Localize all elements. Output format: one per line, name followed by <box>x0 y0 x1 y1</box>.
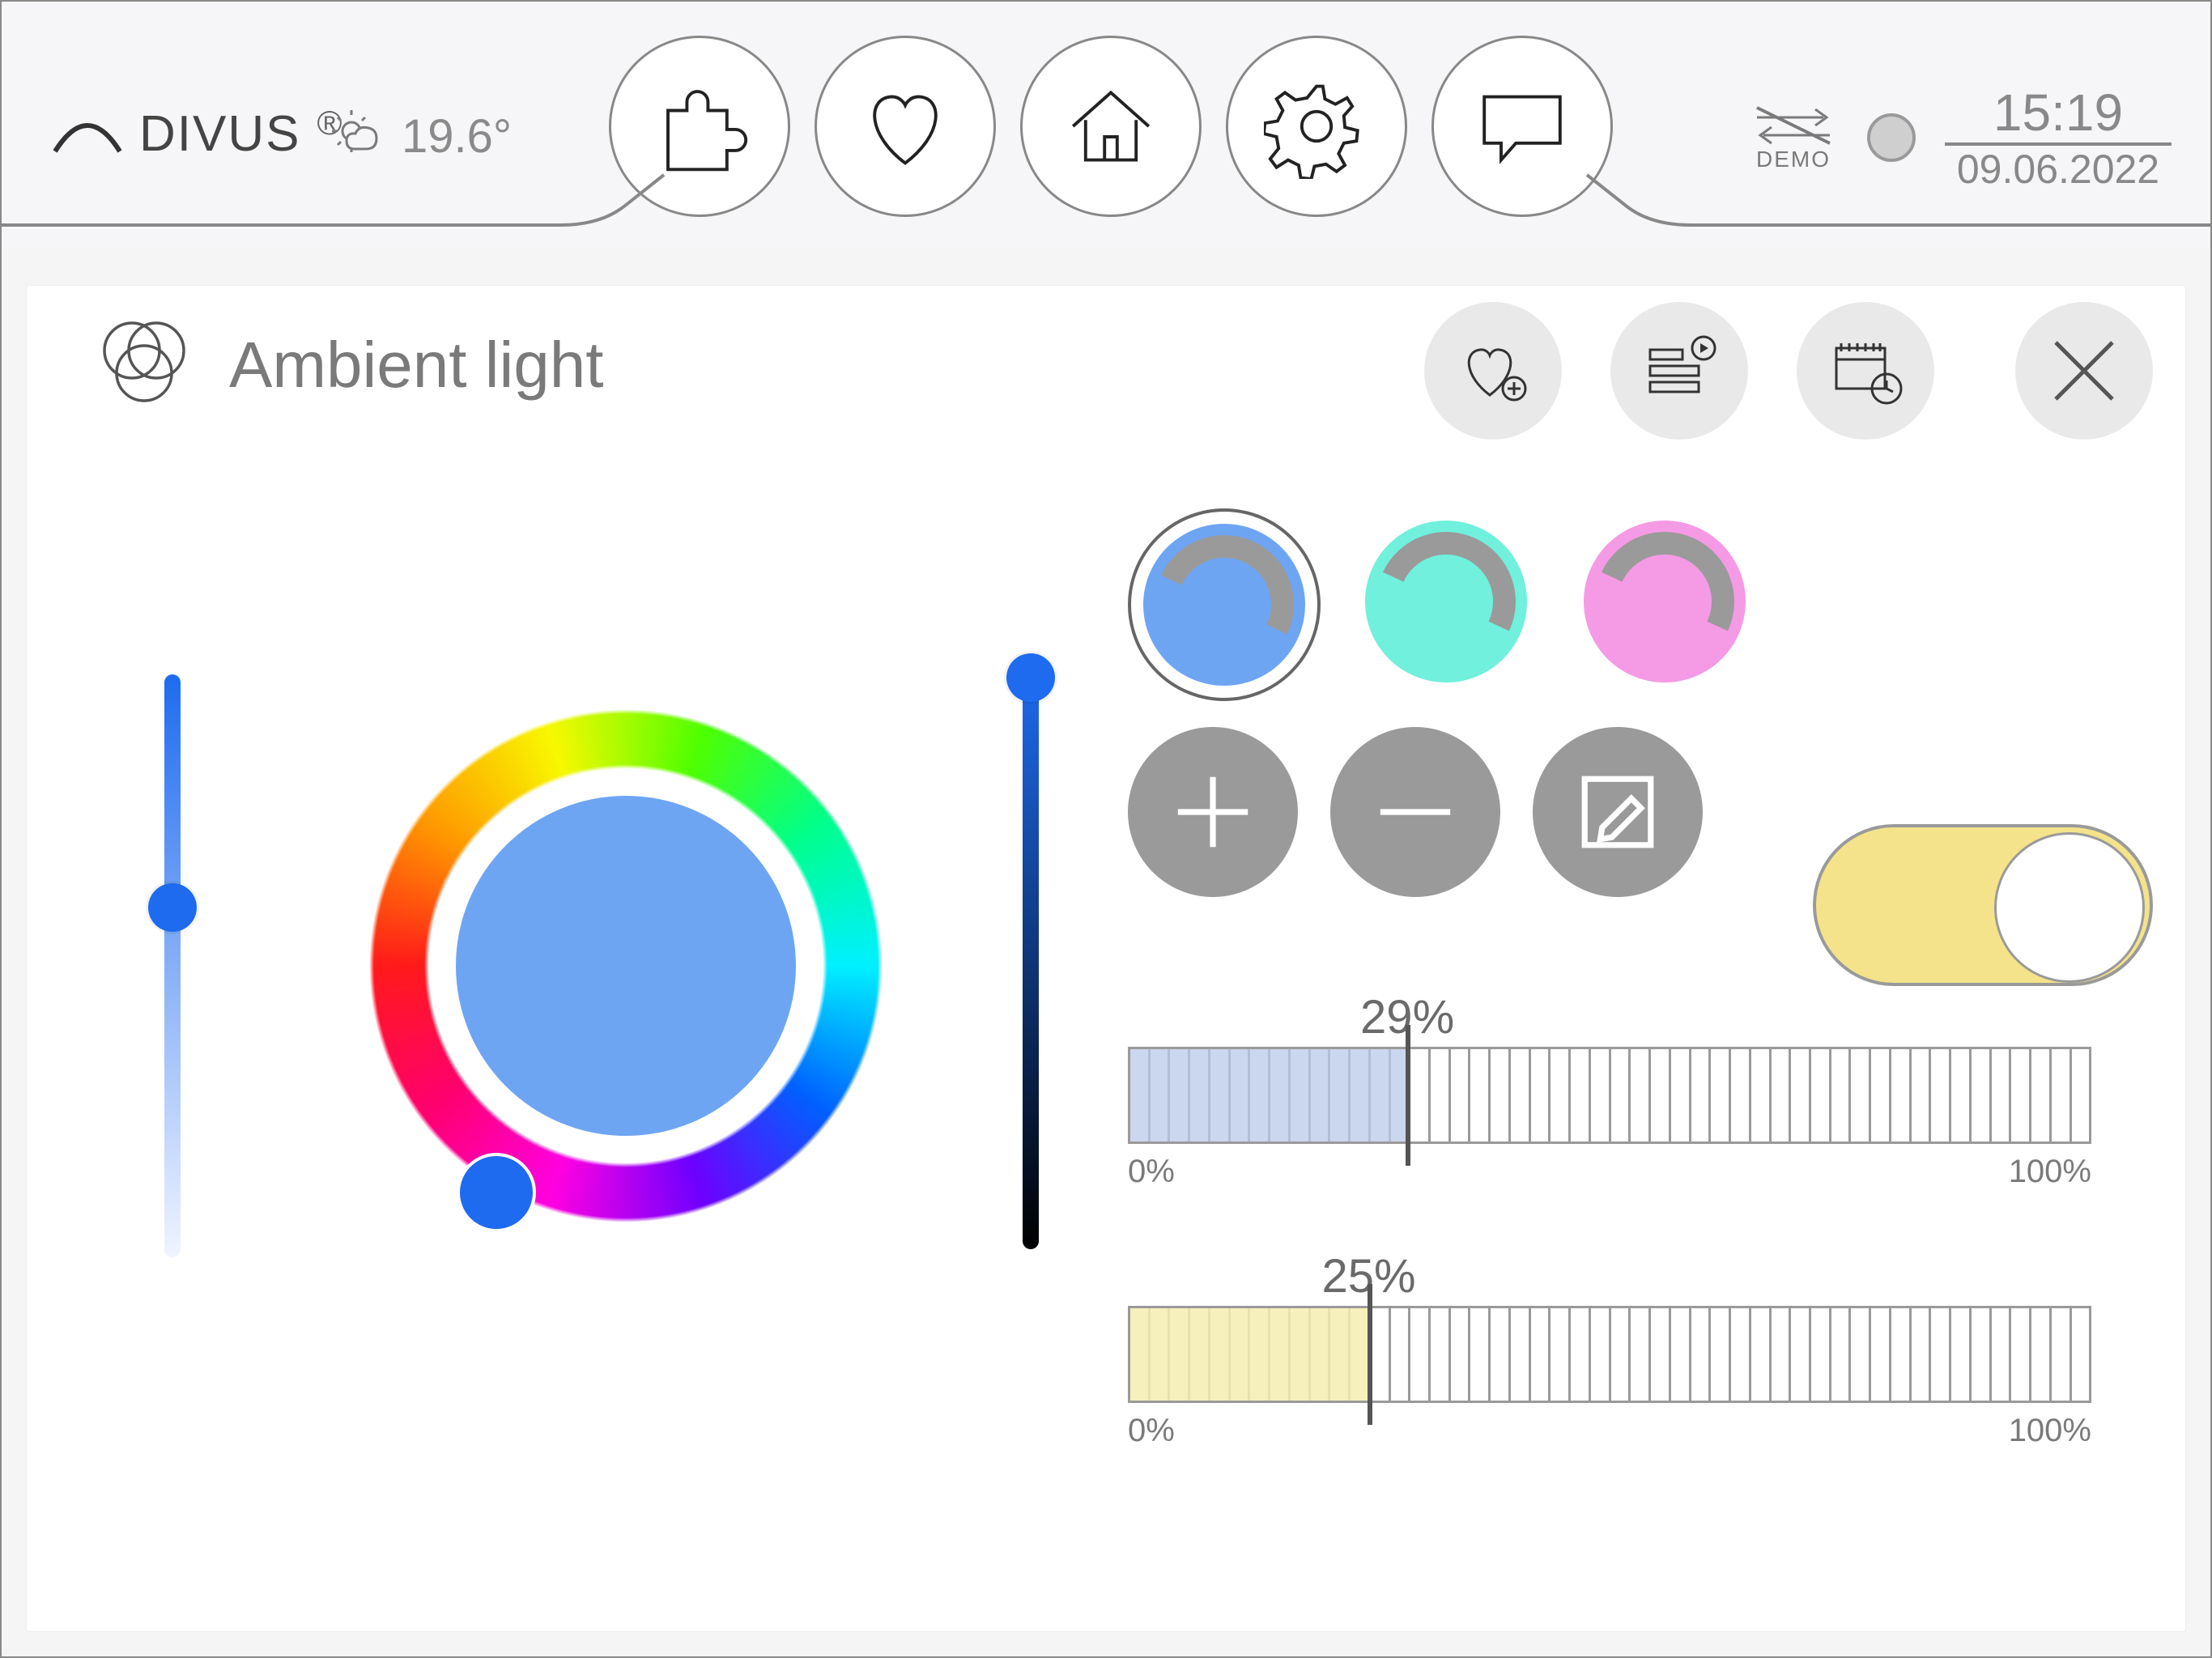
warmth-min-label: 0% <box>1128 1413 1175 1449</box>
hue-wheel[interactable] <box>302 642 950 1290</box>
close-button[interactable] <box>2015 302 2153 440</box>
color-presets <box>1128 508 2153 701</box>
header: DIVUS ® 19.6° <box>2 2 2210 249</box>
power-toggle[interactable] <box>1813 824 2153 986</box>
record-indicator[interactable] <box>1867 113 1916 162</box>
preset-ops <box>1128 727 1703 897</box>
right-controls <box>1128 508 2153 701</box>
value-slider[interactable] <box>1023 666 1039 1249</box>
edit-icon <box>1569 763 1666 861</box>
card-header: Ambient light <box>91 310 603 419</box>
home-icon <box>1058 74 1163 179</box>
brightness-max-label: 100% <box>2009 1154 2091 1190</box>
preset-teal[interactable] <box>1353 508 1539 695</box>
preset-blue[interactable] <box>1128 508 1321 701</box>
weather-widget[interactable]: 19.6° <box>330 107 512 165</box>
gear-icon <box>1264 74 1369 179</box>
scenes-button[interactable] <box>1610 302 1748 440</box>
color-preview <box>456 796 796 1136</box>
rgb-venn-icon <box>91 310 197 419</box>
warmth-max-label: 100% <box>2009 1413 2091 1449</box>
brightness-fill <box>1130 1049 1408 1141</box>
brand-arc-icon <box>49 114 126 155</box>
puzzle-icon <box>647 74 752 179</box>
brightness-handle[interactable] <box>1406 1025 1410 1166</box>
warmth-bar[interactable]: 25% 0% 100% <box>1128 1306 2091 1449</box>
weather-temperature: 19.6° <box>402 109 512 164</box>
warmth-fill <box>1130 1308 1370 1401</box>
heart-icon <box>853 74 958 179</box>
chat-icon <box>1470 74 1575 179</box>
weather-icon <box>330 107 389 165</box>
brightness-bar[interactable]: 29% 0% 100% <box>1128 1047 2091 1190</box>
preset-pink[interactable] <box>1572 508 1758 695</box>
brand-name: DIVUS <box>139 105 300 163</box>
brightness-min-label: 0% <box>1128 1154 1175 1190</box>
brand-logo: DIVUS ® <box>49 105 342 163</box>
warmth-track[interactable] <box>1128 1306 2091 1403</box>
saturation-thumb[interactable] <box>148 883 197 932</box>
value-thumb[interactable] <box>1006 653 1055 702</box>
clock-time: 15:19 <box>1993 83 2123 142</box>
color-picker <box>91 634 1063 1330</box>
header-divider <box>2 172 2212 253</box>
minus-icon <box>1367 763 1464 861</box>
saturation-slider[interactable] <box>164 674 181 1257</box>
sync-indicator[interactable]: DEMO <box>1749 103 1838 172</box>
close-icon <box>2048 334 2121 407</box>
sync-label: DEMO <box>1756 147 1831 172</box>
sync-icon <box>1749 103 1838 148</box>
playlist-icon <box>1639 330 1720 411</box>
remove-preset-button[interactable] <box>1330 727 1500 897</box>
card-actions <box>1424 302 1934 440</box>
ambient-light-card: Ambient light <box>26 285 2186 1632</box>
toggle-knob <box>1994 832 2145 983</box>
brightness-track[interactable] <box>1128 1047 2091 1144</box>
plus-icon <box>1164 763 1261 861</box>
add-favorite-button[interactable] <box>1424 302 1562 440</box>
add-preset-button[interactable] <box>1128 727 1298 897</box>
calendar-clock-icon <box>1825 330 1906 411</box>
schedule-button[interactable] <box>1797 302 1934 440</box>
card-title: Ambient light <box>229 328 603 402</box>
hue-cursor[interactable] <box>457 1153 536 1232</box>
edit-preset-button[interactable] <box>1533 727 1703 897</box>
heart-plus-icon <box>1453 330 1534 411</box>
warmth-handle[interactable] <box>1368 1284 1372 1425</box>
